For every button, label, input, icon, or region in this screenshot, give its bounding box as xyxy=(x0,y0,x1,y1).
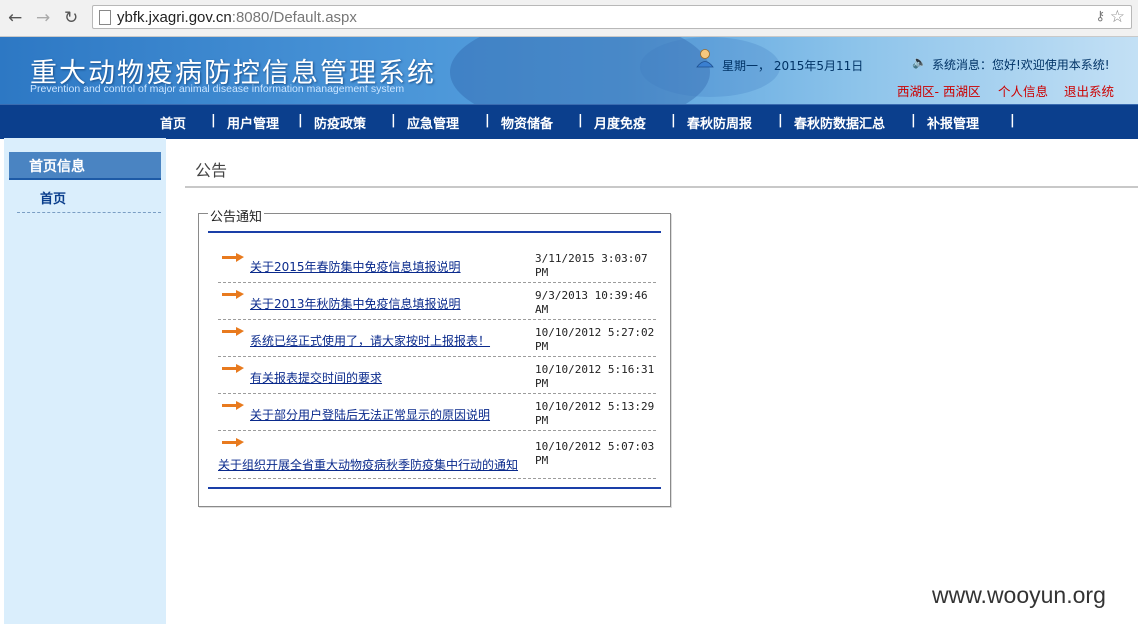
watermark: www.wooyun.org xyxy=(932,582,1106,608)
divider xyxy=(17,212,161,213)
menu-item-monthly[interactable]: 月度免疫 xyxy=(594,113,646,132)
main-menu: 首页 | 用户管理 | 防疫政策 | 应急管理 | 物资储备 | 月度免疫 | … xyxy=(0,104,1138,139)
speaker-icon: 🔈 xyxy=(912,55,927,69)
notice-item: 有关报表提交时间的要求 10/10/2012 5:16:31 PM xyxy=(218,356,656,394)
system-subtitle: Prevention and control of major animal d… xyxy=(30,83,405,95)
notice-time: 3/11/2015 3:03:07 PM xyxy=(535,252,648,279)
forward-icon[interactable]: → xyxy=(36,8,50,28)
notice-time: 10/10/2012 5:13:29 PM xyxy=(535,400,655,427)
divider xyxy=(208,231,661,233)
menu-separator: | xyxy=(485,113,490,128)
sidebar-item-home[interactable]: 首页 xyxy=(40,188,66,207)
menu-item-supplement[interactable]: 补报管理 xyxy=(927,113,979,132)
notice-time: 10/10/2012 5:16:31 PM xyxy=(535,363,655,390)
menu-item-users[interactable]: 用户管理 xyxy=(227,113,279,132)
logout-link[interactable]: 退出系统 xyxy=(1064,81,1114,100)
menu-separator: | xyxy=(298,113,303,128)
notice-time: 10/10/2012 5:07:03 PM xyxy=(535,440,655,467)
notice-link[interactable]: 关于部分用户登陆后无法正常显示的原因说明 xyxy=(250,406,490,423)
address-url[interactable]: ybfk.jxagri.gov.cn:8080/Default.aspx xyxy=(117,9,357,26)
arrow-icon xyxy=(222,438,244,447)
menu-item-emergency[interactable]: 应急管理 xyxy=(407,113,459,132)
user-icon xyxy=(696,49,714,68)
notice-item: 关于组织开展全省重大动物疫病秋季防疫集中行动的通知 10/10/2012 5:0… xyxy=(218,430,656,479)
bookmark-star-icon[interactable]: ☆ xyxy=(1110,7,1125,27)
menu-separator: | xyxy=(391,113,396,128)
page-icon xyxy=(99,10,111,25)
arrow-icon xyxy=(222,364,244,373)
reload-icon[interactable]: ↻ xyxy=(64,8,78,28)
notice-link[interactable]: 关于2013年秋防集中免疫信息填报说明 xyxy=(250,295,461,312)
notice-item: 关于部分用户登陆后无法正常显示的原因说明 10/10/2012 5:13:29 P… xyxy=(218,393,656,431)
back-icon[interactable]: ← xyxy=(8,8,22,28)
address-bar[interactable]: ybfk.jxagri.gov.cn:8080/Default.aspx ⚷ ☆ xyxy=(92,5,1132,29)
menu-item-weekly-report[interactable]: 春秋防周报 xyxy=(687,113,752,132)
system-message: 系统消息：您好!欢迎使用本系统! xyxy=(932,58,1110,72)
page-title: 公告 xyxy=(195,161,228,180)
menu-separator: | xyxy=(671,113,676,128)
menu-separator: | xyxy=(778,113,783,128)
sidebar-heading: 首页信息 xyxy=(9,152,161,180)
region-link[interactable]: 西湖区- 西湖区 xyxy=(897,81,980,100)
arrow-icon xyxy=(222,327,244,336)
sidebar-heading-label: 首页信息 xyxy=(29,159,85,175)
divider xyxy=(185,186,1138,188)
menu-item-policy[interactable]: 防疫政策 xyxy=(314,113,366,132)
arrow-icon xyxy=(222,401,244,410)
sidebar xyxy=(4,138,166,624)
notice-link[interactable]: 关于2015年春防集中免疫信息填报说明 xyxy=(250,258,461,275)
menu-item-data-summary[interactable]: 春秋防数据汇总 xyxy=(794,113,885,132)
personal-info-link[interactable]: 个人信息 xyxy=(998,81,1048,100)
header-banner: 重大动物疫病防控信息管理系统 Prevention and control of… xyxy=(0,37,1138,104)
notice-item: 关于2015年春防集中免疫信息填报说明 3/11/2015 3:03:07 PM xyxy=(218,245,656,283)
menu-separator: | xyxy=(911,113,916,128)
current-date: 星期一， 2015年5月11日 xyxy=(722,59,864,73)
menu-item-supplies[interactable]: 物资储备 xyxy=(501,113,553,132)
notice-item: 系统已经正式使用了，请大家按时上报报表！ 10/10/2012 5:27:02 P… xyxy=(218,319,656,357)
notice-legend: 公告通知 xyxy=(208,206,265,225)
notice-time: 10/10/2012 5:27:02 PM xyxy=(535,326,655,353)
notice-time: 9/3/2013 10:39:46 AM xyxy=(535,289,648,316)
notice-link[interactable]: 关于组织开展全省重大动物疫病秋季防疫集中行动的通知 xyxy=(218,456,518,473)
notice-link[interactable]: 有关报表提交时间的要求 xyxy=(250,369,382,386)
menu-separator: | xyxy=(1010,113,1015,128)
key-icon[interactable]: ⚷ xyxy=(1095,9,1105,24)
arrow-icon xyxy=(222,253,244,262)
arrow-icon xyxy=(222,290,244,299)
menu-item-home[interactable]: 首页 xyxy=(160,113,186,132)
notice-item: 关于2013年秋防集中免疫信息填报说明 9/3/2013 10:39:46 AM xyxy=(218,282,656,320)
browser-toolbar: ← → ↻ ybfk.jxagri.gov.cn:8080/Default.as… xyxy=(0,0,1138,37)
menu-separator: | xyxy=(578,113,583,128)
divider xyxy=(208,487,661,489)
menu-separator: | xyxy=(211,113,216,128)
notice-link[interactable]: 系统已经正式使用了，请大家按时上报报表！ xyxy=(250,332,490,349)
